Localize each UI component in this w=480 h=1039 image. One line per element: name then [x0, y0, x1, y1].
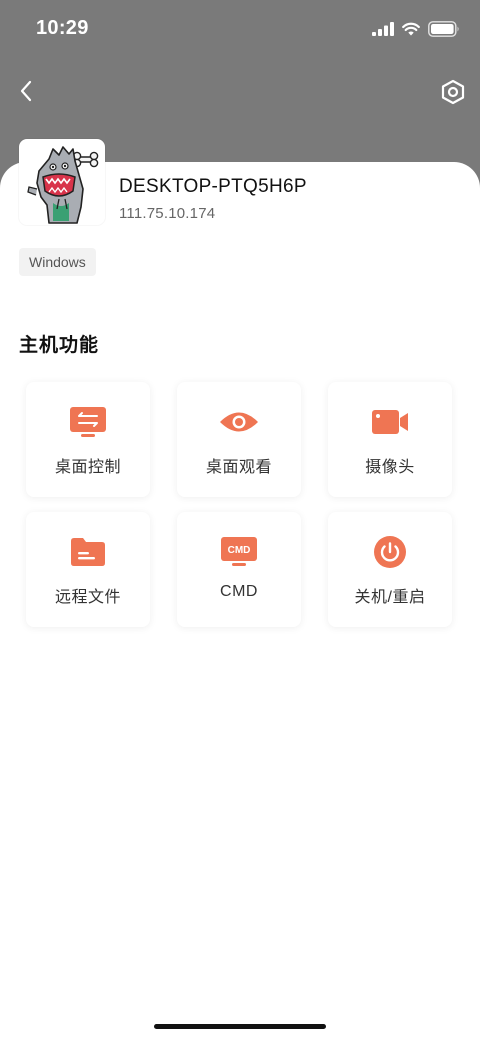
battery-icon: [428, 21, 459, 37]
status-bar: 10:29: [0, 0, 480, 58]
camera-icon: [370, 405, 410, 439]
feature-label: 摄像头: [365, 459, 415, 476]
status-icons: [372, 20, 460, 38]
status-time: 10:29: [36, 17, 89, 39]
feature-grid: 桌面控制 桌面观看 摄像头 远程文件 CMD CMD 关机/重启: [26, 382, 456, 627]
feature-power[interactable]: 关机/重启: [328, 512, 452, 627]
feature-desktop-control[interactable]: 桌面控制: [26, 382, 150, 497]
feature-camera[interactable]: 摄像头: [328, 382, 452, 497]
feature-label: 桌面观看: [205, 459, 272, 476]
feature-label: 桌面控制: [54, 459, 121, 476]
wifi-icon: [402, 22, 420, 36]
desktop-control-icon: [68, 405, 108, 439]
dinosaur-avatar-icon: [27, 146, 99, 224]
feature-desktop-view[interactable]: 桌面观看: [177, 382, 301, 497]
power-icon: [370, 535, 410, 569]
feature-label: 关机/重启: [354, 589, 426, 606]
app-screen: 10:29 DESKTOP-PTQ5H6P 111.75.10.174 Wind…: [0, 0, 480, 1039]
feature-label: 远程文件: [54, 589, 121, 606]
feature-remote-files[interactable]: 远程文件: [26, 512, 150, 627]
feature-label: CMD: [220, 583, 258, 600]
chevron-left-icon: [20, 80, 32, 102]
signal-icon: [372, 22, 394, 36]
eye-icon: [219, 405, 259, 439]
settings-button[interactable]: [439, 78, 467, 106]
os-tag: Windows: [19, 248, 96, 276]
folder-icon: [68, 535, 108, 569]
cmd-icon-text: CMD: [228, 545, 251, 556]
host-ip: 111.75.10.174: [119, 205, 216, 222]
back-button[interactable]: [14, 78, 38, 104]
feature-cmd[interactable]: CMD CMD: [177, 512, 301, 627]
host-name: DESKTOP-PTQ5H6P: [119, 176, 307, 197]
cmd-terminal-icon: CMD: [219, 535, 259, 569]
section-title: 主机功能: [19, 335, 100, 356]
hexagon-settings-icon: [441, 79, 465, 105]
home-indicator[interactable]: [154, 1024, 326, 1029]
host-avatar: [19, 139, 105, 225]
